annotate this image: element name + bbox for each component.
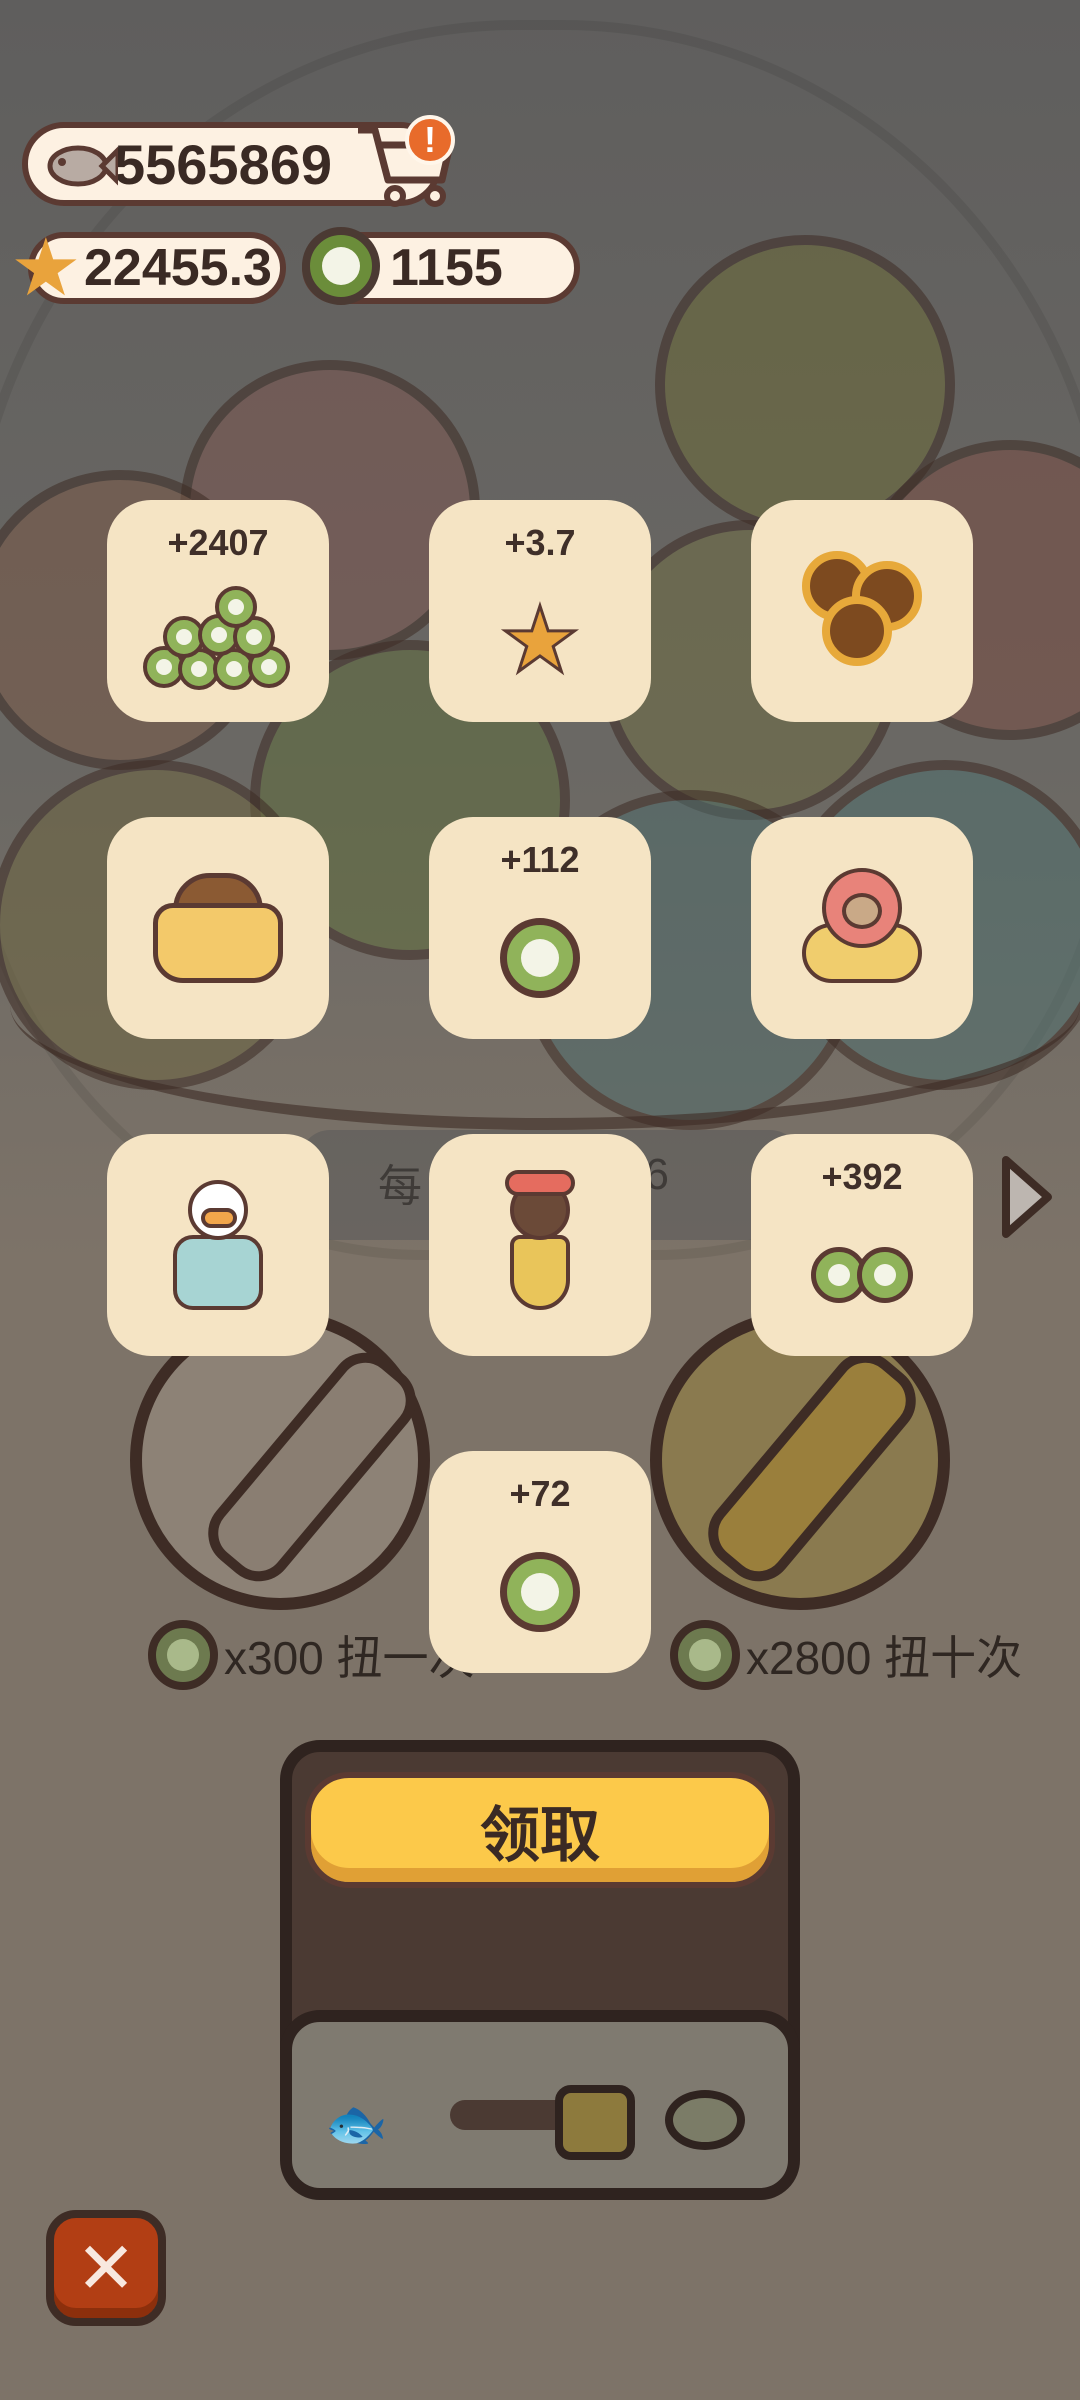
reward-card bbox=[429, 1134, 651, 1356]
reward-card: +112 bbox=[429, 817, 651, 1039]
coin-icon bbox=[302, 227, 380, 305]
coin-icon bbox=[148, 1620, 218, 1690]
coin-icon bbox=[500, 1552, 580, 1632]
reward-amount: +2407 bbox=[167, 522, 269, 563]
coin-icon bbox=[670, 1620, 740, 1690]
dog-character-icon bbox=[465, 1170, 615, 1320]
fish-count: 5565869 bbox=[114, 132, 333, 196]
fish-icon bbox=[47, 145, 118, 187]
reward-card bbox=[107, 817, 329, 1039]
reward-card: +2407 bbox=[107, 500, 329, 722]
reward-amount: +392 bbox=[821, 1156, 903, 1197]
reward-card bbox=[107, 1134, 329, 1356]
reward-amount: +72 bbox=[509, 1473, 571, 1514]
currency-slider-handle[interactable] bbox=[555, 2085, 635, 2160]
starfish-cat-icon bbox=[787, 853, 937, 1003]
coin-count: 1155 bbox=[390, 239, 503, 297]
sunflower-icon bbox=[792, 546, 932, 676]
coin-icon bbox=[665, 2090, 745, 2150]
reward-amount: +112 bbox=[500, 839, 580, 880]
claim-button[interactable]: 领取 bbox=[305, 1772, 775, 1888]
gacha-label-left: 每 bbox=[378, 1162, 422, 1211]
close-icon: ✕ bbox=[75, 2229, 137, 2309]
coin-pile-icon bbox=[133, 586, 303, 696]
next-arrow-icon[interactable] bbox=[996, 1152, 1056, 1242]
spin-ten-text: x2800 扭十次 bbox=[746, 1632, 1023, 1684]
reward-card: +392 bbox=[751, 1134, 973, 1356]
spin-ten-label[interactable]: x2800 扭十次 bbox=[670, 1620, 1022, 1690]
two-coins-icon bbox=[811, 1247, 913, 1303]
coin-icon bbox=[500, 918, 580, 998]
fish-icon: 🐟 bbox=[325, 2096, 388, 2152]
star-icon: ★ bbox=[498, 591, 582, 691]
reward-card: +72 bbox=[429, 1451, 651, 1673]
reward-card bbox=[751, 500, 973, 722]
star-count: 22455.3 bbox=[84, 239, 272, 297]
star-icon: ★ bbox=[10, 223, 82, 312]
close-button[interactable]: ✕ bbox=[46, 2210, 166, 2326]
spin-once-label[interactable]: x300 扭一次 bbox=[148, 1620, 475, 1690]
reward-card bbox=[751, 817, 973, 1039]
reward-card: +3.7 ★ bbox=[429, 500, 651, 722]
duck-character-icon bbox=[143, 1170, 293, 1320]
cart-alert-badge: ! bbox=[405, 115, 455, 165]
sack-icon bbox=[153, 873, 283, 983]
reward-amount: +3.7 bbox=[504, 522, 576, 563]
